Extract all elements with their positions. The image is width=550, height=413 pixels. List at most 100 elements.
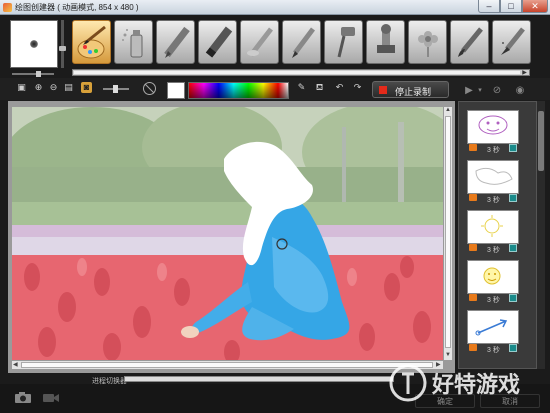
window-title: 绘图创建器 ( 动画模式, 854 x 480 ) (15, 3, 139, 12)
stamp-icon (377, 24, 395, 53)
tool-stamp[interactable] (366, 20, 405, 64)
tool-marker[interactable] (198, 20, 237, 64)
video-camera-icon[interactable] (42, 391, 60, 404)
tool-strip-scrollbar[interactable]: ▶ (72, 69, 530, 76)
frame-item[interactable]: 3 秒 (467, 110, 519, 158)
stop-record-label: 停止录制 (395, 87, 432, 97)
progress-bar (124, 376, 394, 382)
progress-label: 进程切换器 (92, 378, 127, 385)
canvas-photo (12, 107, 443, 360)
brush-preview (10, 20, 58, 68)
pencil-icon (292, 27, 315, 58)
tool-watercolor-brush[interactable] (450, 20, 489, 64)
marker-icon (205, 26, 233, 58)
paint-brush-palette-icon (77, 25, 106, 59)
frame-thumbnail (467, 210, 519, 244)
frame-type-icon (469, 294, 477, 301)
no-color-icon[interactable] (143, 82, 156, 95)
frame-options-button[interactable] (509, 344, 517, 352)
close-button[interactable]: ✕ (522, 0, 548, 13)
zoom-slider[interactable] (103, 85, 129, 93)
frame-options-button[interactable] (509, 294, 517, 302)
slider-knob[interactable] (36, 71, 41, 77)
stop-icon (379, 86, 387, 94)
scroll-right-arrow-icon[interactable]: ▶ (520, 69, 529, 76)
frame-type-icon (469, 194, 477, 201)
tool-airbrush[interactable] (240, 20, 279, 64)
slider-knob[interactable] (113, 85, 118, 93)
frame-duration: 3 秒 (487, 247, 500, 254)
spray-can-icon (122, 29, 143, 58)
drawing-canvas[interactable] (12, 107, 443, 360)
frame-thumbnail (467, 110, 519, 144)
layer-icon[interactable]: ▣ (16, 82, 27, 93)
fit-icon[interactable]: ▤ (63, 82, 74, 93)
frames-scrollbar[interactable] (537, 101, 545, 369)
frame-item[interactable]: 3 秒 (467, 210, 519, 258)
zoom-in-icon[interactable]: ⊕ (33, 82, 44, 93)
tool-pencil[interactable] (282, 20, 321, 64)
bucket-icon[interactable]: ⛾ (314, 82, 325, 93)
camera-icon[interactable] (14, 391, 32, 404)
tool-spray-can[interactable] (114, 20, 153, 64)
app-icon (3, 3, 12, 12)
tool-flower-stamp[interactable] (408, 20, 447, 64)
zoom-out-icon[interactable]: ⊖ (48, 82, 59, 93)
watercolor-brush-icon (458, 27, 483, 57)
undo-icon[interactable]: ↶ (334, 82, 345, 93)
frame-item[interactable]: 3 秒 (467, 310, 519, 358)
delete-frame-icon[interactable]: ⊘ (490, 84, 504, 98)
maximize-button[interactable]: □ (500, 0, 522, 13)
current-color-swatch[interactable] (167, 82, 185, 99)
frame-type-icon (469, 144, 477, 151)
brush-opacity-slider[interactable] (12, 71, 54, 77)
glitter-brush-icon (501, 27, 525, 55)
title-bar: 绘图创建器 ( 动画模式, 854 x 480 ) – □ ✕ (0, 0, 550, 15)
canvas-horizontal-scrollbar[interactable]: ◀ ▶ (12, 360, 443, 369)
minimize-button[interactable]: – (478, 0, 500, 13)
color-palette[interactable] (188, 82, 289, 99)
brush-size-slider[interactable] (59, 20, 66, 68)
frame-duration: 3 秒 (487, 297, 500, 304)
frame-item[interactable]: 3 秒 (467, 260, 519, 308)
eyedropper-icon[interactable]: ✎ (296, 82, 307, 93)
scroll-thumb[interactable] (445, 116, 451, 348)
frame-type-icon (469, 344, 477, 351)
frame-options-button[interactable] (509, 144, 517, 152)
map-drawing-icon (475, 167, 513, 185)
frame-duration: 3 秒 (487, 347, 500, 354)
frame-options-button[interactable] (509, 244, 517, 252)
scroll-up-arrow-icon[interactable]: ▲ (445, 107, 451, 113)
record-settings-icon[interactable]: ◉ (513, 84, 527, 98)
play-menu-icon[interactable]: ▾ (473, 84, 487, 98)
arrow-drawing-icon (475, 319, 508, 336)
frame-thumbnail (467, 160, 519, 194)
frame-item[interactable]: 3 秒 (467, 160, 519, 208)
frame-thumbnail (467, 310, 519, 344)
flower-stamp-icon (418, 31, 438, 57)
frame-options-button[interactable] (509, 194, 517, 202)
tool-paint-brush[interactable] (72, 20, 111, 64)
sun-face-drawing-icon (483, 267, 501, 285)
redo-icon[interactable]: ↷ (352, 82, 363, 93)
tool-glitter-brush[interactable] (492, 20, 531, 64)
frame-type-icon (469, 244, 477, 251)
scroll-left-arrow-icon[interactable]: ◀ (13, 361, 18, 368)
face-drawing-icon (478, 115, 508, 135)
scroll-thumb[interactable] (74, 71, 520, 74)
image-icon[interactable]: ◙ (81, 82, 92, 93)
watermark-logo: 好特游戏 (389, 364, 520, 402)
watermark-text: 好特游戏 (431, 372, 520, 398)
stop-record-button[interactable]: 停止录制 (372, 81, 449, 98)
frames-panel: 3 秒 3 秒 3 秒 3 秒 3 秒 (458, 101, 537, 369)
paint-roller-icon (337, 27, 355, 58)
tool-crayon[interactable] (156, 20, 195, 64)
scroll-down-arrow-icon[interactable]: ▼ (445, 352, 451, 358)
scroll-thumb[interactable] (538, 111, 544, 171)
scroll-thumb[interactable] (21, 362, 433, 368)
tool-paint-roller[interactable] (324, 20, 363, 64)
frame-thumbnail (467, 260, 519, 294)
canvas-vertical-scrollbar[interactable]: ▲ ▼ (443, 107, 452, 360)
airbrush-icon (247, 27, 273, 57)
slider-knob[interactable] (59, 46, 66, 51)
